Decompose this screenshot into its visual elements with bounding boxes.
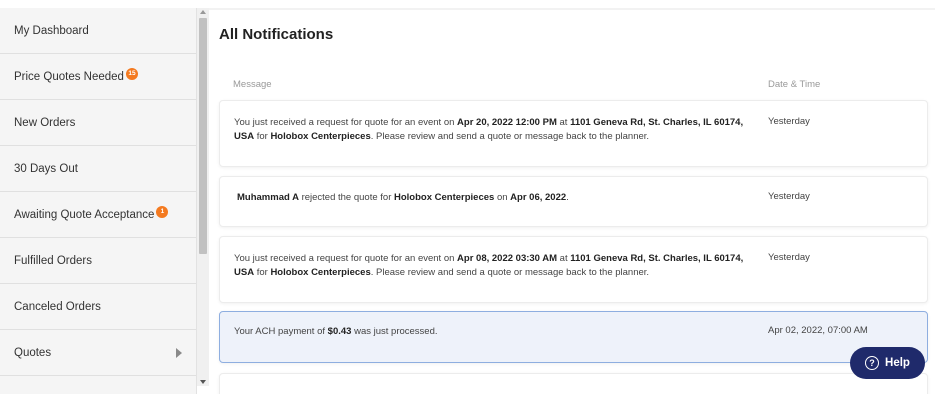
sidebar-item-30-days-out[interactable]: 30 Days Out [0, 146, 196, 192]
scroll-down-arrow-icon[interactable] [200, 380, 206, 384]
notification-card-active[interactable]: Your ACH payment of $0.43 was just proce… [219, 311, 928, 363]
column-header-message: Message [233, 79, 272, 90]
notifications-panel: All Notifications Message Date & Time Yo… [219, 8, 929, 394]
count-badge: 1 [156, 205, 169, 218]
notification-text: . Please review and send a quote or mess… [370, 267, 650, 278]
sidebar-item-label: Awaiting Quote Acceptance [14, 208, 155, 221]
chevron-right-icon [176, 347, 182, 358]
notification-text: . Please review and send a quote or mess… [370, 131, 650, 142]
notification-message: Muhammad A rejected the quote for Holobo… [237, 191, 747, 205]
sidebar-item-label: Quotes [14, 346, 52, 359]
notification-date: Yesterday [768, 116, 810, 127]
notification-highlight-text: Apr 06, 2022 [510, 192, 567, 203]
notification-card[interactable]: You just received a request for quote fo… [219, 100, 928, 167]
notification-message: You just received a request for quote fo… [234, 116, 744, 144]
notification-text: was just processed. [351, 326, 438, 337]
question-circle-icon: ? [865, 356, 880, 370]
notification-highlight-text: Apr 20, 2022 12:00 PM [457, 117, 557, 128]
notification-text: for [254, 131, 271, 142]
sidebar-item-new-orders[interactable]: New Orders [0, 100, 196, 146]
sidebar-item-label: Fulfilled Orders [14, 254, 92, 267]
sidebar-item-quotes[interactable]: Quotes [0, 330, 196, 376]
notification-date: Yesterday [768, 252, 810, 263]
column-header-date: Date & Time [768, 79, 821, 90]
notification-text: You just received a request for quote fo… [234, 117, 458, 128]
notification-highlight-text: Holobox Centerpieces [270, 131, 371, 142]
notification-card[interactable] [219, 373, 928, 394]
sidebar-item-my-dashboard[interactable]: My Dashboard [0, 8, 196, 54]
help-label: Help [885, 357, 910, 369]
sidebar-item-label: New Orders [14, 116, 76, 129]
help-button[interactable]: ? Help [850, 347, 925, 379]
sidebar-item-canceled-orders[interactable]: Canceled Orders [0, 284, 196, 330]
notification-text: for [254, 267, 271, 278]
notification-text: rejected the quote for [298, 192, 394, 203]
notification-card[interactable]: Muhammad A rejected the quote for Holobo… [219, 176, 928, 227]
notification-text: at [556, 117, 571, 128]
sidebar-item-label: Canceled Orders [14, 300, 101, 313]
sidebar-item-fulfilled-orders[interactable]: Fulfilled Orders [0, 238, 196, 284]
notification-highlight-text: Muhammad A [237, 192, 299, 203]
notification-text: on [494, 192, 511, 203]
scroll-up-arrow-icon[interactable] [200, 10, 206, 14]
sidebar-item-price-quotes-needed[interactable]: Price Quotes Needed 15 [0, 54, 196, 100]
sidebar-item-label: 30 Days Out [14, 162, 78, 175]
sidebar: My Dashboard Price Quotes Needed 15 New … [0, 8, 197, 394]
notification-date: Apr 02, 2022, 07:00 AM [768, 325, 868, 336]
count-badge: 15 [125, 67, 138, 80]
scrollbar-thumb[interactable] [199, 18, 207, 254]
notification-highlight-text: Holobox Centerpieces [394, 192, 495, 203]
page-title: All Notifications [219, 26, 334, 43]
sidebar-scrollbar[interactable] [197, 8, 209, 386]
notification-card[interactable]: You just received a request for quote fo… [219, 236, 928, 303]
notification-date: Yesterday [768, 191, 810, 202]
notification-text: . [566, 192, 569, 203]
notification-message: Your ACH payment of $0.43 was just proce… [234, 325, 744, 339]
notification-text: at [557, 253, 571, 264]
sidebar-item-label: My Dashboard [14, 24, 89, 37]
sidebar-item-awaiting-quote-acceptance[interactable]: Awaiting Quote Acceptance 1 [0, 192, 196, 238]
notification-text: You just received a request for quote fo… [234, 253, 458, 264]
notification-highlight-text: Holobox Centerpieces [270, 267, 371, 278]
sidebar-item-label: Price Quotes Needed [14, 70, 124, 83]
notification-message: You just received a request for quote fo… [234, 252, 744, 280]
notification-text: Your ACH payment of [234, 326, 328, 337]
notification-highlight-text: Apr 08, 2022 03:30 AM [457, 253, 558, 264]
notification-highlight-text: $0.43 [327, 326, 352, 337]
